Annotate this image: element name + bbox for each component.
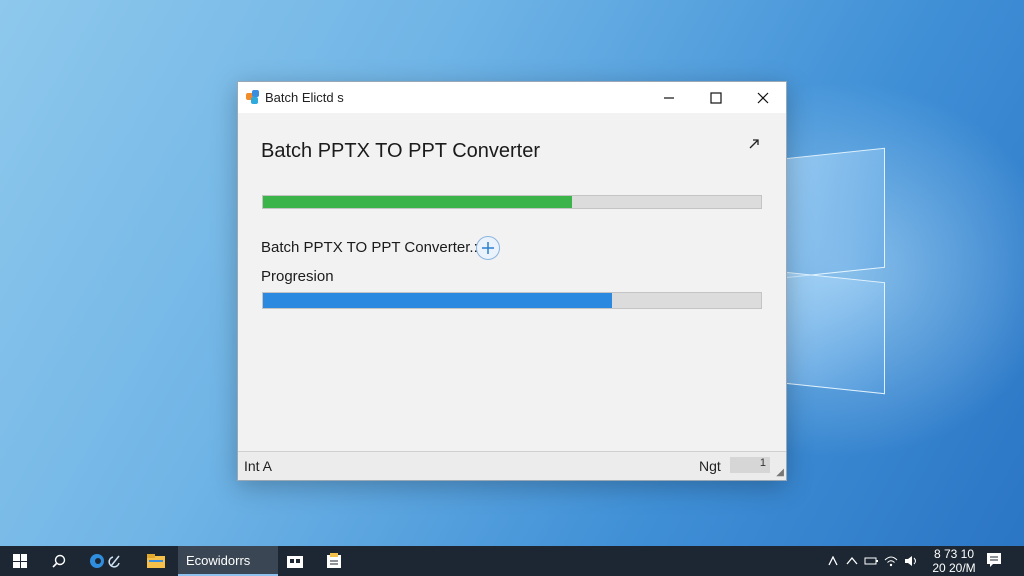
minimize-button[interactable]	[646, 82, 692, 113]
converter-window: Batch Elictd s Batch PPTX TO PPT Convert…	[237, 81, 787, 481]
tray-icons	[828, 546, 918, 576]
store-icon	[287, 556, 303, 568]
clock[interactable]: 8 73 10 20 20/M	[928, 547, 980, 575]
store-button[interactable]	[284, 546, 306, 576]
converter-heading: Batch PPTX TO PPT Converter	[261, 140, 541, 162]
notifications-icon[interactable]	[986, 552, 1004, 568]
search-button[interactable]	[44, 546, 74, 576]
search-icon	[52, 554, 66, 568]
close-button[interactable]	[740, 82, 786, 113]
maximize-icon	[710, 91, 722, 104]
active-app-label: Ecowidorrs	[186, 552, 251, 568]
status-bar: Int A Ngt 1 ◢	[238, 451, 786, 480]
secondary-progress-bar	[262, 292, 762, 309]
minimize-icon	[664, 96, 674, 99]
clock-time: 8 73 10	[933, 547, 975, 561]
status-right-text: Ngt	[699, 458, 721, 474]
chevron-up-icon[interactable]	[846, 556, 858, 566]
taskbar: Ecowidorrs 8 73 10 20 20/M	[0, 546, 1024, 576]
window-title: Batch Elictd s	[265, 90, 344, 105]
taskbar-active-app[interactable]: Ecowidorrs	[178, 546, 278, 576]
add-icon[interactable]	[476, 236, 500, 260]
close-icon	[757, 92, 769, 103]
edge-button[interactable]	[82, 546, 132, 576]
status-box: 1	[730, 457, 770, 473]
battery-icon[interactable]	[864, 556, 878, 566]
resize-grip-icon[interactable]: ◢	[776, 467, 784, 478]
status-left-text: Int A	[244, 458, 273, 474]
clipboard-icon	[327, 553, 341, 568]
clock-date: 20 20/M	[932, 561, 976, 575]
title-bar[interactable]: Batch Elictd s	[238, 82, 786, 113]
folder-icon	[147, 554, 165, 568]
file-explorer-button[interactable]	[142, 546, 170, 576]
start-button[interactable]	[0, 546, 40, 576]
maximize-button[interactable]	[693, 82, 739, 113]
pin-icon[interactable]	[748, 138, 760, 153]
windows-icon	[13, 554, 27, 568]
progress-label: Progresion	[261, 268, 334, 285]
main-progress-fill	[263, 196, 572, 208]
edge-icon	[90, 554, 120, 568]
volume-icon[interactable]	[904, 555, 918, 567]
wifi-icon[interactable]	[884, 555, 898, 567]
app-icon	[246, 90, 260, 104]
network-icon[interactable]	[828, 556, 838, 566]
secondary-progress-fill	[263, 293, 612, 308]
windows-logo-wallpaper	[785, 145, 885, 395]
task-label: Batch PPTX TO PPT Converter.:	[261, 239, 478, 256]
pinned-app-button[interactable]	[322, 546, 346, 576]
main-progress-bar	[262, 195, 762, 209]
